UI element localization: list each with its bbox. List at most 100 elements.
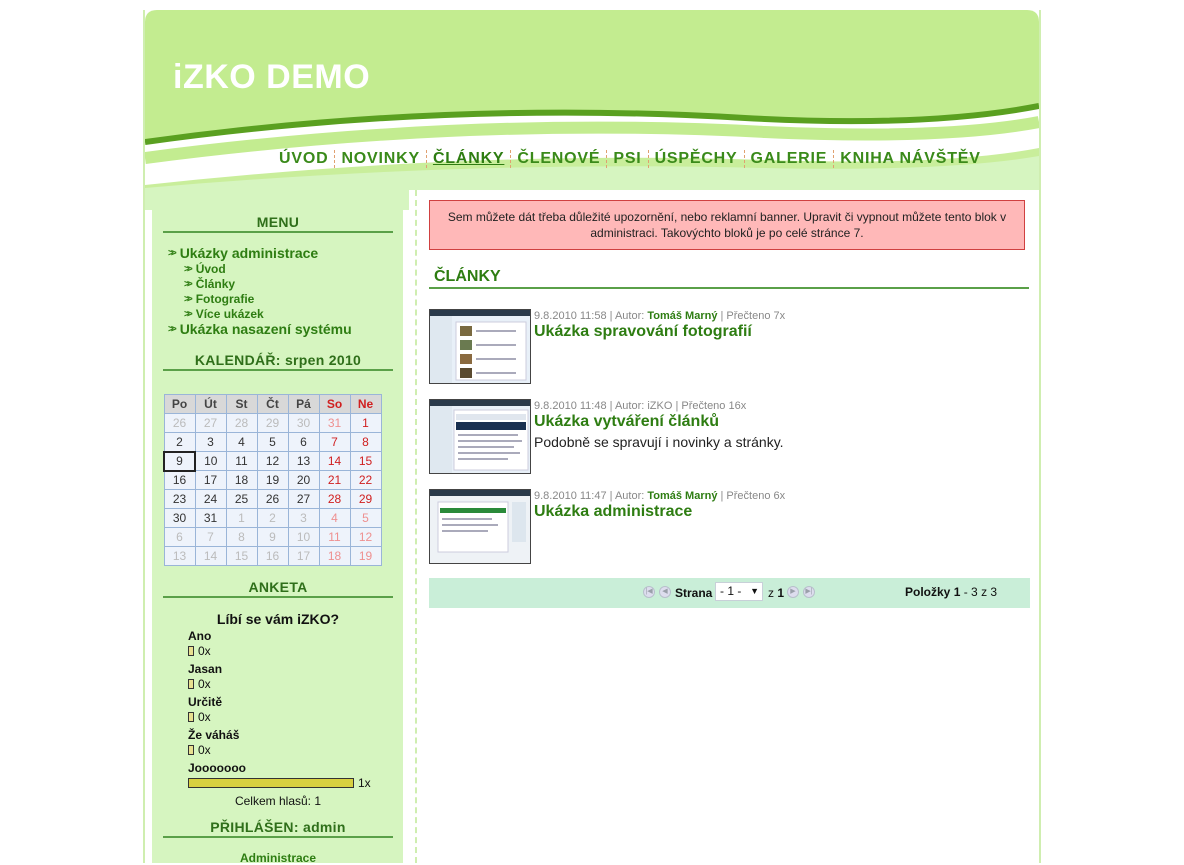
calendar-day[interactable]: 30 [287, 413, 320, 433]
nav-item-psi[interactable]: PSI [607, 150, 647, 168]
calendar-day[interactable]: 11 [225, 451, 258, 471]
calendar-day[interactable]: 2 [256, 508, 289, 528]
calendar-day[interactable]: 6 [163, 527, 196, 547]
calendar-day[interactable]: 31 [194, 508, 227, 528]
prev-page-button[interactable]: ◀ [659, 586, 671, 598]
calendar-day[interactable]: 11 [318, 527, 351, 547]
first-page-button[interactable]: |◀ [643, 586, 655, 598]
article-thumbnail[interactable] [429, 399, 531, 474]
nav-item-uspechy[interactable]: ÚSPĚCHY [649, 150, 744, 168]
article-author[interactable]: Tomáš Marný [647, 490, 717, 502]
nav-item-clenove[interactable]: ČLENOVÉ [511, 150, 606, 168]
poll-option-label[interactable]: Jooooooo [188, 761, 246, 775]
menu-item-ukazka-nasazeni[interactable]: >> Ukázka nasazení systému [168, 321, 352, 337]
calendar-day[interactable]: 31 [318, 413, 351, 433]
calendar-heading: KALENDÁŘ: srpen 2010 [163, 352, 393, 371]
menu-sub-uvod[interactable]: >> Úvod [184, 262, 226, 276]
calendar-day[interactable]: 7 [318, 432, 351, 452]
calendar-day[interactable]: 26 [163, 413, 196, 433]
calendar-day[interactable]: 28 [225, 413, 258, 433]
calendar-day[interactable]: 16 [256, 546, 289, 566]
calendar-day[interactable]: 26 [256, 489, 289, 509]
next-page-button[interactable]: ▶ [787, 586, 799, 598]
calendar-day[interactable]: 27 [194, 413, 227, 433]
menu-item-ukazky-administrace[interactable]: >> Ukázky administrace [168, 245, 318, 261]
menu-sub-clanky[interactable]: >> Články [184, 277, 235, 291]
last-page-button[interactable]: ▶| [803, 586, 815, 598]
article-thumbnail[interactable] [429, 489, 531, 564]
menu-sub-fotografie[interactable]: >> Fotografie [184, 292, 254, 306]
calendar-day[interactable]: 3 [194, 432, 227, 452]
article-description: Podobně se spravují i novinky a stránky. [534, 434, 784, 450]
page: iZKO DEMO ÚVOD NOVINKY ČLÁNKY ČLENOVÉ PS… [143, 10, 1041, 865]
poll-option-result: 0x [188, 710, 211, 724]
calendar-day[interactable]: 17 [194, 470, 227, 490]
calendar-day[interactable]: 18 [225, 470, 258, 490]
calendar-day[interactable]: 23 [163, 489, 196, 509]
article-title[interactable]: Ukázka spravování fotografií [534, 323, 752, 341]
calendar-day[interactable]: 20 [287, 470, 320, 490]
pagination-bar: |◀ ◀ Strana - 1 - ▼ z 1 ▶ ▶| Položky 1 -… [429, 578, 1030, 608]
column-divider [415, 190, 417, 863]
calendar-day[interactable]: 21 [318, 470, 351, 490]
nav-item-kniha-navstev[interactable]: KNIHA NÁVŠTĚV [834, 150, 987, 168]
calendar-day[interactable]: 8 [225, 527, 258, 547]
article-thumbnail[interactable] [429, 309, 531, 384]
article-title[interactable]: Ukázka administrace [534, 503, 692, 521]
page-select-value: - 1 - [720, 584, 742, 598]
calendar-day[interactable]: 4 [318, 508, 351, 528]
calendar-day[interactable]: 28 [318, 489, 351, 509]
calendar-day[interactable]: 17 [287, 546, 320, 566]
calendar-day[interactable]: 7 [194, 527, 227, 547]
calendar-day[interactable]: 25 [225, 489, 258, 509]
weekday: Pá [287, 394, 320, 414]
calendar-day[interactable]: 12 [256, 451, 289, 471]
poll-option-label[interactable]: Že váháš [188, 728, 239, 742]
calendar-day-today[interactable]: 9 [163, 450, 196, 472]
calendar-week: 23 24 25 26 27 28 29 [163, 489, 382, 509]
calendar-day[interactable]: 12 [349, 527, 382, 547]
calendar-day[interactable]: 1 [349, 413, 382, 433]
calendar-day[interactable]: 5 [256, 432, 289, 452]
sidebar: MENU >> Ukázky administrace >> Úvod >> Č… [152, 190, 403, 865]
calendar-day[interactable]: 3 [287, 508, 320, 528]
calendar-day[interactable]: 9 [256, 527, 289, 547]
poll-option-label[interactable]: Určitě [188, 695, 222, 709]
poll-bar [188, 712, 194, 722]
calendar-day[interactable]: 14 [318, 451, 351, 471]
calendar-day[interactable]: 6 [287, 432, 320, 452]
calendar-day[interactable]: 29 [349, 489, 382, 509]
article-title[interactable]: Ukázka vytváření článků [534, 413, 719, 431]
calendar-day[interactable]: 24 [194, 489, 227, 509]
article-author[interactable]: Tomáš Marný [647, 310, 717, 322]
calendar-day[interactable]: 18 [318, 546, 351, 566]
calendar-day[interactable]: 2 [163, 432, 196, 452]
items-range: - 3 z 3 [960, 585, 998, 599]
nav-item-galerie[interactable]: GALERIE [745, 150, 834, 168]
calendar-day[interactable]: 4 [225, 432, 258, 452]
calendar-day[interactable]: 13 [163, 546, 196, 566]
calendar-day[interactable]: 16 [163, 470, 196, 490]
calendar-day[interactable]: 27 [287, 489, 320, 509]
calendar-day[interactable]: 22 [349, 470, 382, 490]
poll-option-label[interactable]: Jasan [188, 662, 222, 676]
page-select[interactable]: - 1 - ▼ [715, 582, 763, 601]
nav-item-clanky[interactable]: ČLÁNKY [427, 150, 510, 168]
calendar-day[interactable]: 5 [349, 508, 382, 528]
calendar-day[interactable]: 15 [225, 546, 258, 566]
calendar-day[interactable]: 19 [256, 470, 289, 490]
nav-item-novinky[interactable]: NOVINKY [335, 150, 426, 168]
calendar-day[interactable]: 10 [194, 451, 227, 471]
menu-sub-vice-ukazek[interactable]: >> Více ukázek [184, 307, 264, 321]
nav-item-uvod[interactable]: ÚVOD [273, 150, 334, 168]
calendar-day[interactable]: 8 [349, 432, 382, 452]
calendar-day[interactable]: 19 [349, 546, 382, 566]
calendar-day[interactable]: 14 [194, 546, 227, 566]
poll-option-label[interactable]: Ano [188, 629, 211, 643]
calendar-day[interactable]: 10 [287, 527, 320, 547]
calendar-day[interactable]: 30 [163, 508, 196, 528]
calendar-day[interactable]: 1 [225, 508, 258, 528]
calendar-day[interactable]: 13 [287, 451, 320, 471]
calendar-day[interactable]: 15 [349, 451, 382, 471]
calendar-day[interactable]: 29 [256, 413, 289, 433]
